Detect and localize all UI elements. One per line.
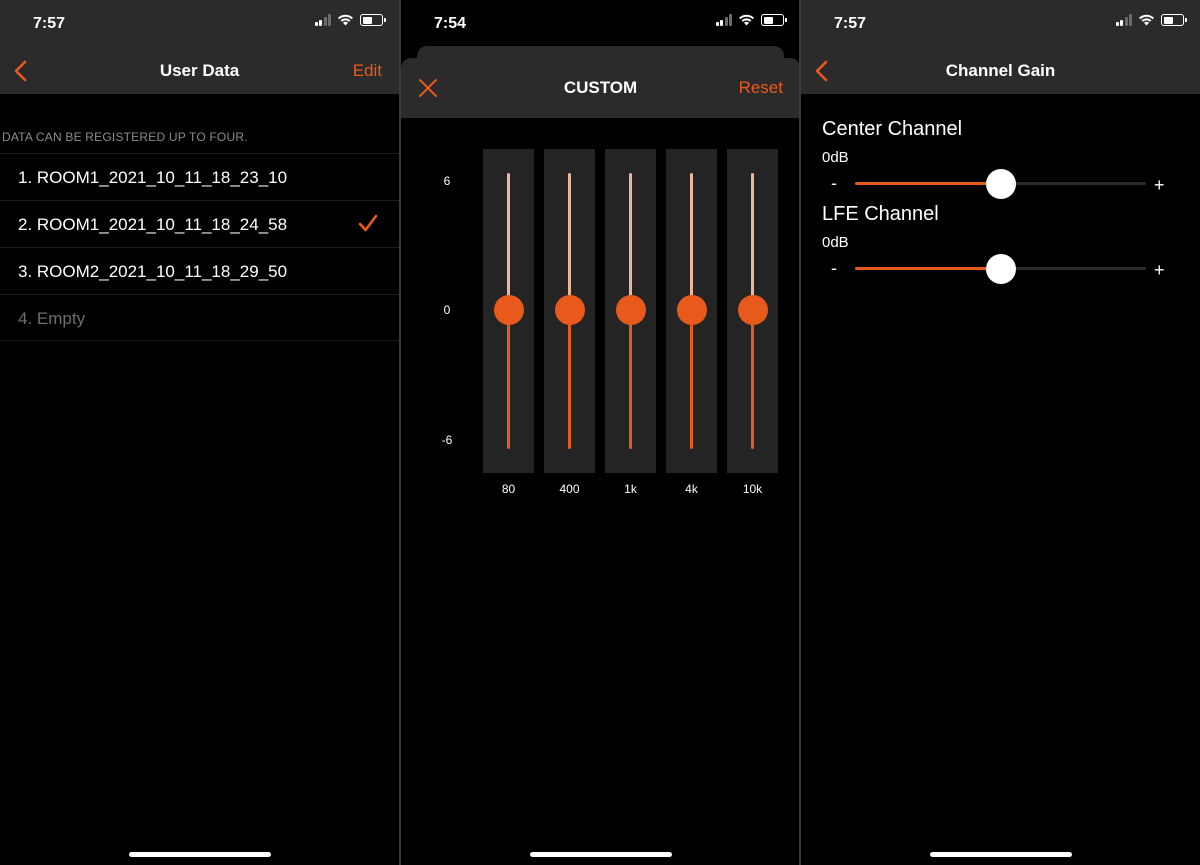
eq-slider-knob[interactable] bbox=[555, 295, 585, 325]
lfe-decrease-button[interactable]: - bbox=[831, 258, 837, 279]
nav-bar: 7:57 User Data Edit bbox=[0, 0, 399, 94]
cellular-signal-icon bbox=[314, 14, 331, 26]
page-title: Channel Gain bbox=[945, 61, 1056, 80]
eq-band-10k[interactable] bbox=[727, 149, 778, 473]
custom-eq-screen: 7:54 CUSTOM Reset 6 0 -6 80 400 1k 4k 10… bbox=[401, 0, 800, 865]
battery-icon bbox=[360, 14, 386, 26]
list-item-label: 4. Empty bbox=[18, 309, 86, 328]
list-item-1[interactable]: 1. ROOM1_2021_10_11_18_23_10 bbox=[0, 153, 399, 200]
band-frequency-label: 1k bbox=[624, 482, 637, 496]
status-time: 7:57 bbox=[33, 15, 66, 32]
center-channel-label: Center Channel bbox=[822, 118, 963, 140]
checkmark-icon bbox=[358, 214, 378, 232]
edit-button[interactable]: Edit bbox=[353, 61, 382, 81]
center-decrease-button[interactable]: - bbox=[831, 173, 837, 194]
lfe-channel-slider[interactable] bbox=[855, 254, 1146, 284]
list-item-label: 3. ROOM2_2021_10_11_18_29_50 bbox=[18, 262, 288, 281]
cellular-signal-icon bbox=[715, 14, 732, 26]
wifi-icon bbox=[739, 14, 754, 26]
sheet-header: CUSTOM Reset bbox=[401, 58, 800, 118]
status-bar: 7:54 bbox=[401, 0, 800, 47]
eq-band-80[interactable] bbox=[483, 149, 534, 473]
user-data-screen: 7:57 User Data Edit DATA CAN BE REGISTER… bbox=[0, 0, 399, 865]
center-increase-button[interactable]: + bbox=[1154, 175, 1165, 196]
eq-slider-knob[interactable] bbox=[738, 295, 768, 325]
channel-gain-screen: 7:57 Channel Gain Center Channel 0dB - +… bbox=[801, 0, 1200, 865]
lfe-channel-label: LFE Channel bbox=[822, 203, 939, 225]
eq-band-400[interactable] bbox=[544, 149, 595, 473]
list-item-4[interactable]: 4. Empty bbox=[0, 294, 399, 341]
reset-button[interactable]: Reset bbox=[739, 78, 783, 98]
eq-slider-knob[interactable] bbox=[494, 295, 524, 325]
status-time: 7:57 bbox=[834, 15, 867, 32]
list-item-label: 2. ROOM1_2021_10_11_18_24_58 bbox=[18, 215, 288, 234]
home-indicator bbox=[529, 852, 672, 857]
center-channel-slider[interactable] bbox=[855, 169, 1146, 199]
status-time: 7:54 bbox=[434, 15, 467, 32]
wifi-icon bbox=[1139, 14, 1154, 26]
axis-label-bottom: -6 bbox=[441, 433, 453, 447]
page-title: User Data bbox=[159, 61, 240, 80]
home-indicator bbox=[929, 852, 1072, 857]
lfe-channel-value: 0dB bbox=[822, 234, 849, 251]
battery-icon bbox=[761, 14, 787, 26]
slider-knob[interactable] bbox=[985, 169, 1016, 199]
list-item-label: 1. ROOM1_2021_10_11_18_23_10 bbox=[18, 168, 288, 187]
nav-bar: 7:57 Channel Gain bbox=[801, 0, 1200, 94]
band-frequency-label: 80 bbox=[501, 482, 516, 496]
slider-knob[interactable] bbox=[985, 254, 1016, 284]
band-frequency-label: 10k bbox=[742, 482, 763, 496]
lfe-increase-button[interactable]: + bbox=[1154, 260, 1165, 281]
section-note: DATA CAN BE REGISTERED UP TO FOUR. bbox=[2, 130, 248, 144]
home-indicator bbox=[128, 852, 271, 857]
status-bar: 7:57 bbox=[0, 0, 399, 47]
band-frequency-label: 400 bbox=[559, 482, 580, 496]
cellular-signal-icon bbox=[1115, 14, 1132, 26]
battery-icon bbox=[1161, 14, 1187, 26]
list-item-2[interactable]: 2. ROOM1_2021_10_11_18_24_58 bbox=[0, 200, 399, 247]
eq-band-4k[interactable] bbox=[666, 149, 717, 473]
status-bar: 7:57 bbox=[801, 0, 1200, 47]
center-channel-value: 0dB bbox=[822, 149, 849, 166]
axis-label-mid: 0 bbox=[443, 303, 451, 317]
axis-label-top: 6 bbox=[443, 174, 451, 188]
eq-band-1k[interactable] bbox=[605, 149, 656, 473]
band-frequency-label: 4k bbox=[685, 482, 698, 496]
list-item-3[interactable]: 3. ROOM2_2021_10_11_18_29_50 bbox=[0, 247, 399, 294]
eq-slider-knob[interactable] bbox=[616, 295, 646, 325]
wifi-icon bbox=[338, 14, 353, 26]
eq-slider-knob[interactable] bbox=[677, 295, 707, 325]
